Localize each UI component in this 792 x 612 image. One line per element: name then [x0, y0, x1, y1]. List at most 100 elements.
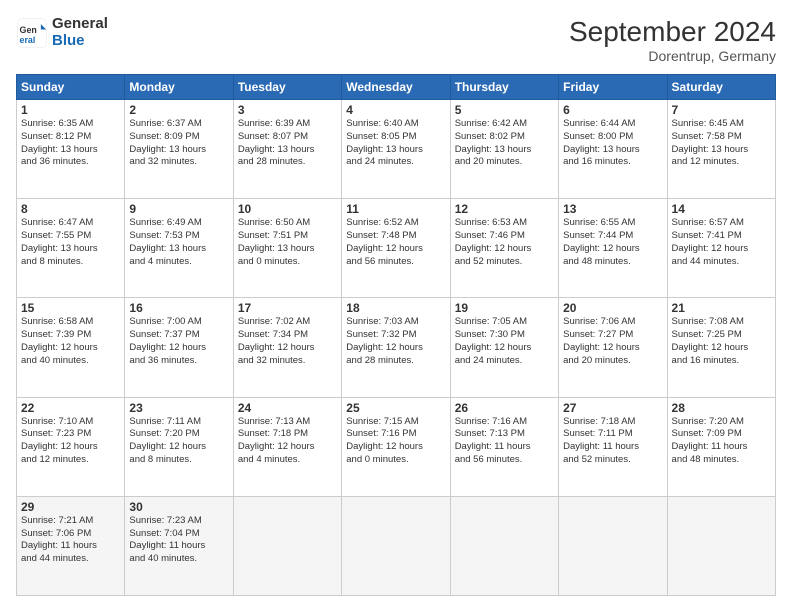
calendar-cell	[342, 496, 450, 595]
page: Gen eral General Blue September 2024 Dor…	[0, 0, 792, 612]
day-number: 7	[672, 103, 771, 117]
day-info-line: Sunrise: 7:18 AM	[563, 416, 662, 429]
day-info-line: Sunset: 8:00 PM	[563, 131, 662, 144]
day-info-line: Daylight: 12 hours	[346, 342, 445, 355]
calendar-cell	[233, 496, 341, 595]
day-info-line: and 56 minutes.	[455, 454, 554, 467]
calendar-cell: 7Sunrise: 6:45 AMSunset: 7:58 PMDaylight…	[667, 100, 775, 199]
day-info-line: Sunrise: 7:10 AM	[21, 416, 120, 429]
calendar-cell: 9Sunrise: 6:49 AMSunset: 7:53 PMDaylight…	[125, 199, 233, 298]
calendar-cell: 23Sunrise: 7:11 AMSunset: 7:20 PMDayligh…	[125, 397, 233, 496]
weekday-header-wednesday: Wednesday	[342, 75, 450, 100]
day-info-line: and 40 minutes.	[21, 355, 120, 368]
day-info-line: Sunrise: 7:11 AM	[129, 416, 228, 429]
day-number: 8	[21, 202, 120, 216]
day-number: 6	[563, 103, 662, 117]
day-info-line: Sunrise: 7:03 AM	[346, 316, 445, 329]
day-info-line: Sunrise: 6:50 AM	[238, 217, 337, 230]
day-info-line: Daylight: 11 hours	[455, 441, 554, 454]
day-info-line: Sunset: 7:09 PM	[672, 428, 771, 441]
calendar-cell: 30Sunrise: 7:23 AMSunset: 7:04 PMDayligh…	[125, 496, 233, 595]
day-info-line: Sunrise: 7:16 AM	[455, 416, 554, 429]
day-info-line: Daylight: 12 hours	[238, 441, 337, 454]
day-info-line: Daylight: 12 hours	[21, 441, 120, 454]
calendar-cell: 17Sunrise: 7:02 AMSunset: 7:34 PMDayligh…	[233, 298, 341, 397]
day-info-line: Sunset: 7:13 PM	[455, 428, 554, 441]
day-number: 16	[129, 301, 228, 315]
day-info-line: and 8 minutes.	[21, 256, 120, 269]
day-info-line: and 0 minutes.	[238, 256, 337, 269]
day-info-line: Sunrise: 7:06 AM	[563, 316, 662, 329]
calendar-cell: 19Sunrise: 7:05 AMSunset: 7:30 PMDayligh…	[450, 298, 558, 397]
day-number: 12	[455, 202, 554, 216]
day-number: 17	[238, 301, 337, 315]
day-info-line: Daylight: 13 hours	[563, 144, 662, 157]
day-number: 2	[129, 103, 228, 117]
day-info-line: Sunset: 7:41 PM	[672, 230, 771, 243]
day-info-line: and 32 minutes.	[238, 355, 337, 368]
day-info-line: and 32 minutes.	[129, 156, 228, 169]
day-number: 29	[21, 500, 120, 514]
calendar-cell: 24Sunrise: 7:13 AMSunset: 7:18 PMDayligh…	[233, 397, 341, 496]
calendar-cell: 8Sunrise: 6:47 AMSunset: 7:55 PMDaylight…	[17, 199, 125, 298]
day-info-line: Sunset: 7:39 PM	[21, 329, 120, 342]
day-info-line: Daylight: 12 hours	[563, 243, 662, 256]
day-info-line: Sunset: 7:06 PM	[21, 528, 120, 541]
weekday-header-sunday: Sunday	[17, 75, 125, 100]
day-number: 20	[563, 301, 662, 315]
day-info-line: Sunrise: 6:40 AM	[346, 118, 445, 131]
day-info-line: Sunrise: 7:23 AM	[129, 515, 228, 528]
day-number: 23	[129, 401, 228, 415]
day-info-line: Sunset: 7:32 PM	[346, 329, 445, 342]
day-info-line: Sunset: 7:11 PM	[563, 428, 662, 441]
day-info-line: Sunrise: 7:05 AM	[455, 316, 554, 329]
day-info-line: and 16 minutes.	[672, 355, 771, 368]
logo-icon: Gen eral	[16, 17, 48, 49]
logo-text: General Blue	[52, 16, 108, 49]
day-info-line: and 48 minutes.	[563, 256, 662, 269]
day-number: 18	[346, 301, 445, 315]
day-info-line: Sunrise: 7:21 AM	[21, 515, 120, 528]
calendar-cell: 13Sunrise: 6:55 AMSunset: 7:44 PMDayligh…	[559, 199, 667, 298]
calendar-week-2: 8Sunrise: 6:47 AMSunset: 7:55 PMDaylight…	[17, 199, 776, 298]
day-info-line: and 4 minutes.	[238, 454, 337, 467]
calendar-cell: 16Sunrise: 7:00 AMSunset: 7:37 PMDayligh…	[125, 298, 233, 397]
day-info-line: Sunset: 7:58 PM	[672, 131, 771, 144]
day-info-line: Daylight: 12 hours	[129, 342, 228, 355]
day-number: 30	[129, 500, 228, 514]
day-number: 21	[672, 301, 771, 315]
day-number: 5	[455, 103, 554, 117]
day-number: 9	[129, 202, 228, 216]
calendar-cell: 21Sunrise: 7:08 AMSunset: 7:25 PMDayligh…	[667, 298, 775, 397]
day-number: 22	[21, 401, 120, 415]
day-info-line: Daylight: 13 hours	[129, 144, 228, 157]
day-info-line: Sunrise: 7:15 AM	[346, 416, 445, 429]
day-info-line: Sunset: 7:34 PM	[238, 329, 337, 342]
day-info-line: Daylight: 12 hours	[455, 243, 554, 256]
day-number: 15	[21, 301, 120, 315]
day-info-line: Sunset: 7:37 PM	[129, 329, 228, 342]
calendar-cell: 15Sunrise: 6:58 AMSunset: 7:39 PMDayligh…	[17, 298, 125, 397]
day-info-line: and 24 minutes.	[346, 156, 445, 169]
title-block: September 2024 Dorentrup, Germany	[569, 16, 776, 64]
calendar-week-1: 1Sunrise: 6:35 AMSunset: 8:12 PMDaylight…	[17, 100, 776, 199]
day-info-line: Sunset: 7:27 PM	[563, 329, 662, 342]
day-info-line: Daylight: 13 hours	[455, 144, 554, 157]
day-info-line: and 36 minutes.	[129, 355, 228, 368]
day-info-line: Sunset: 7:51 PM	[238, 230, 337, 243]
calendar-cell: 2Sunrise: 6:37 AMSunset: 8:09 PMDaylight…	[125, 100, 233, 199]
day-info-line: and 52 minutes.	[455, 256, 554, 269]
day-info-line: Sunrise: 6:47 AM	[21, 217, 120, 230]
day-info-line: Sunset: 7:23 PM	[21, 428, 120, 441]
weekday-header-thursday: Thursday	[450, 75, 558, 100]
day-info-line: and 44 minutes.	[21, 553, 120, 566]
weekday-row: SundayMondayTuesdayWednesdayThursdayFrid…	[17, 75, 776, 100]
day-info-line: Sunset: 8:02 PM	[455, 131, 554, 144]
day-info-line: Sunset: 7:16 PM	[346, 428, 445, 441]
day-info-line: Sunrise: 6:49 AM	[129, 217, 228, 230]
calendar-cell	[559, 496, 667, 595]
day-info-line: Daylight: 11 hours	[129, 540, 228, 553]
day-info-line: Sunset: 8:12 PM	[21, 131, 120, 144]
day-number: 1	[21, 103, 120, 117]
day-info-line: Sunrise: 6:39 AM	[238, 118, 337, 131]
